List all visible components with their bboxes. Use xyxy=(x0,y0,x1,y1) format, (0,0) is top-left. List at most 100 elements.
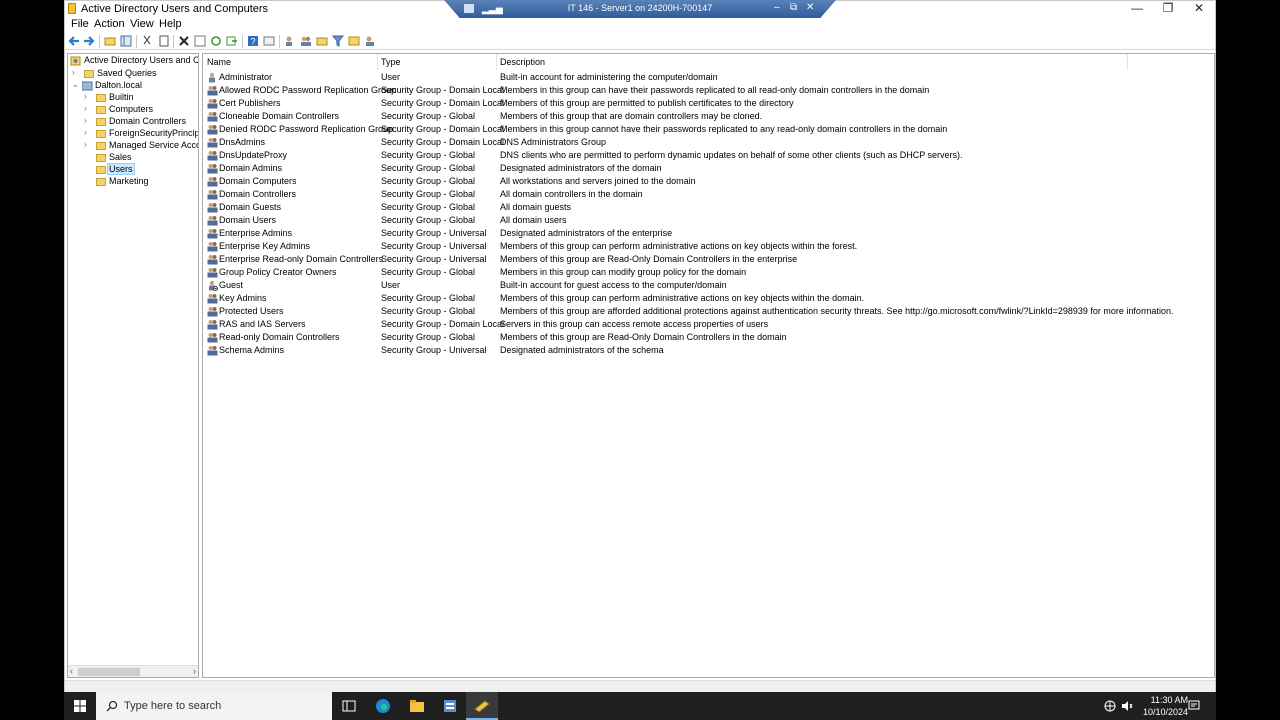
scroll-left-icon[interactable]: ‹ xyxy=(70,666,73,676)
group-icon xyxy=(207,216,218,226)
table-row[interactable]: Domain Guests Security Group - Global All … xyxy=(203,201,1214,214)
chevron-right-icon[interactable]: › xyxy=(84,92,92,101)
column-header-type[interactable]: Type xyxy=(381,57,401,67)
chevron-right-icon[interactable]: › xyxy=(84,104,92,113)
taskbar-search[interactable]: Type here to search xyxy=(96,692,332,720)
group-icon xyxy=(207,190,218,200)
help-icon[interactable]: ? xyxy=(247,35,259,47)
table-row[interactable]: Domain Controllers Security Group - Globa… xyxy=(203,188,1214,201)
delete-icon[interactable] xyxy=(178,35,190,47)
add-to-group-icon[interactable] xyxy=(364,35,376,47)
find-icon[interactable] xyxy=(348,35,360,47)
table-row[interactable]: Enterprise Admins Security Group - Univer… xyxy=(203,227,1214,240)
notification-icon[interactable] xyxy=(1188,700,1200,712)
scrollbar-thumb[interactable] xyxy=(78,668,140,676)
properties-icon[interactable] xyxy=(194,35,206,47)
table-row[interactable]: DnsAdmins Security Group - Domain Local DN… xyxy=(203,136,1214,149)
group-icon xyxy=(207,229,218,239)
cell-description: All domain controllers in the domain xyxy=(500,189,643,199)
console-tree[interactable]: Active Directory Users and Com › Saved Q… xyxy=(67,53,199,678)
export-list-icon[interactable] xyxy=(226,35,238,47)
network-icon[interactable] xyxy=(1104,700,1116,712)
menu-view[interactable]: View xyxy=(130,18,154,30)
table-row[interactable]: Group Policy Creator Owners Security Grou… xyxy=(203,266,1214,279)
rdp-restore-button[interactable]: ⧉ xyxy=(790,2,797,13)
cell-name: Enterprise Key Admins xyxy=(219,241,311,251)
table-row[interactable]: Domain Computers Security Group - Global A… xyxy=(203,175,1214,188)
cell-description: Members in this group can modify group p… xyxy=(500,267,747,277)
task-view-icon[interactable] xyxy=(340,697,358,715)
copy-icon[interactable] xyxy=(158,35,170,47)
table-row[interactable]: Domain Users Security Group - Global All d… xyxy=(203,214,1214,227)
filter-icon[interactable] xyxy=(332,35,344,47)
chevron-right-icon[interactable]: › xyxy=(84,140,92,149)
column-header-name[interactable]: Name xyxy=(207,57,231,67)
taskbar-active-app[interactable] xyxy=(466,692,498,720)
menu-file[interactable]: File xyxy=(71,18,89,30)
new-group-icon[interactable] xyxy=(300,35,312,47)
table-row[interactable]: Cert Publishers Security Group - Domain L… xyxy=(203,97,1214,110)
column-divider[interactable] xyxy=(1127,54,1128,70)
table-row[interactable]: DnsUpdateProxy Security Group - Global DNS… xyxy=(203,149,1214,162)
app-icon xyxy=(68,3,76,14)
rdp-minimize-button[interactable]: – xyxy=(774,2,780,13)
chevron-down-icon[interactable]: ⌄ xyxy=(72,80,80,89)
windows-start-icon[interactable] xyxy=(74,700,86,712)
volume-muted-icon[interactable] xyxy=(1121,700,1133,712)
menu-action[interactable]: Action xyxy=(94,18,125,30)
cell-name: Domain Guests xyxy=(219,202,282,212)
new-ou-icon[interactable] xyxy=(316,35,328,47)
tree-horizontal-scrollbar[interactable]: ‹ › xyxy=(68,665,198,677)
column-divider[interactable] xyxy=(377,54,378,70)
edge-icon[interactable] xyxy=(374,697,392,715)
refresh-icon[interactable] xyxy=(210,35,222,47)
minimize-button[interactable]: — xyxy=(1121,1,1153,17)
clock-date[interactable]: 10/10/2024 xyxy=(1143,707,1188,717)
table-row[interactable]: Denied RODC Password Replication Group Se… xyxy=(203,123,1214,136)
remote-desktop-bar: ▂▃▅ IT 146 - Server1 on 24200H-700147 – … xyxy=(444,0,836,18)
adus-window: Active Directory Users and Computers — ❐… xyxy=(64,0,1216,692)
chevron-right-icon[interactable]: › xyxy=(72,68,80,77)
chevron-right-icon[interactable]: › xyxy=(84,116,92,125)
table-row[interactable]: Enterprise Read-only Domain Controllers S… xyxy=(203,253,1214,266)
clock-time[interactable]: 11:30 AM xyxy=(1151,695,1188,705)
forward-arrow-icon[interactable] xyxy=(83,35,95,47)
table-row[interactable]: Cloneable Domain Controllers Security Gro… xyxy=(203,110,1214,123)
menu-help[interactable]: Help xyxy=(159,18,182,30)
cut-icon[interactable] xyxy=(141,35,153,47)
file-explorer-icon[interactable] xyxy=(408,697,426,715)
table-row[interactable]: Key Admins Security Group - Global Members… xyxy=(203,292,1214,305)
table-row[interactable]: Domain Admins Security Group - Global Desi… xyxy=(203,162,1214,175)
cell-description: Built-in account for guest access to the… xyxy=(500,280,727,290)
cell-description: Members in this group cannot have their … xyxy=(500,124,948,134)
show-tree-icon[interactable] xyxy=(120,35,132,47)
table-row[interactable]: Administrator User Built-in account for ad… xyxy=(203,71,1214,84)
table-row[interactable]: Allowed RODC Password Replication Group S… xyxy=(203,84,1214,97)
svg-text:?: ? xyxy=(251,37,256,47)
chevron-right-icon[interactable]: › xyxy=(84,128,92,137)
scroll-right-icon[interactable]: › xyxy=(193,666,196,676)
table-row[interactable]: RAS and IAS Servers Security Group - Doma… xyxy=(203,318,1214,331)
group-icon xyxy=(207,99,218,109)
details-pane[interactable]: Name Type Description Administrator User B… xyxy=(202,53,1215,678)
tree-item-label: Domain Controllers xyxy=(109,116,187,126)
new-user-icon[interactable] xyxy=(284,35,296,47)
table-row[interactable]: Protected Users Security Group - Global Me… xyxy=(203,305,1214,318)
table-row[interactable]: Enterprise Key Admins Security Group - Un… xyxy=(203,240,1214,253)
maximize-button[interactable]: ❐ xyxy=(1152,1,1184,17)
cell-type: Security Group - Domain Local xyxy=(381,319,505,329)
status-bar xyxy=(65,680,1215,692)
table-row[interactable]: Schema Admins Security Group - Universal D… xyxy=(203,344,1214,357)
details-view-icon[interactable] xyxy=(263,35,275,47)
column-divider[interactable] xyxy=(496,54,497,70)
up-folder-icon[interactable] xyxy=(104,35,116,47)
table-row[interactable]: Guest User Built-in account for guest acce… xyxy=(203,279,1214,292)
close-button[interactable]: ✕ xyxy=(1183,1,1215,17)
server-manager-icon[interactable] xyxy=(441,697,459,715)
cell-name: Domain Admins xyxy=(219,163,283,173)
toolbar-separator xyxy=(99,35,100,48)
back-arrow-icon[interactable] xyxy=(68,35,80,47)
rdp-close-button[interactable]: ✕ xyxy=(806,2,814,13)
column-header-description[interactable]: Description xyxy=(500,57,545,67)
table-row[interactable]: Read-only Domain Controllers Security Gro… xyxy=(203,331,1214,344)
